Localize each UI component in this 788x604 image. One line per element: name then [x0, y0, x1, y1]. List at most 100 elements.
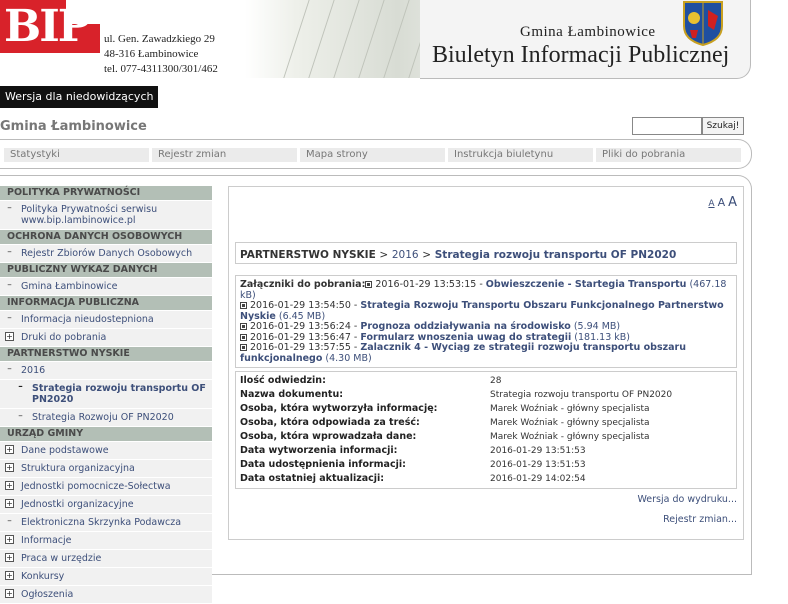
font-size-small[interactable]: A: [708, 199, 714, 209]
address-phone: tel. 077-4311300/301/462: [104, 63, 218, 75]
expand-icon[interactable]: +: [5, 571, 14, 580]
sidebar-item-label: Dane podstawowe: [21, 445, 109, 456]
sidebar-item[interactable]: + Druki do pobrania: [0, 329, 212, 346]
sidebar-item[interactable]: + Praca w urzędzie: [0, 550, 212, 567]
meta-row: Data udostępnienia informacji: 2016-01-29…: [240, 458, 732, 472]
sidebar-item-label: Informacje: [21, 535, 72, 546]
sidebar-subitem[interactable]: – Strategia Rozwoju OF PN2020: [0, 409, 212, 426]
sidebar-item[interactable]: + Ogłoszenia: [0, 586, 212, 603]
sidebar-section-heading: PARTNERSTWO NYSKIE: [0, 347, 212, 361]
bullet-icon: –: [7, 280, 12, 290]
sidebar-item[interactable]: + Konkursy: [0, 568, 212, 585]
meta-label: Data ostatniej aktualizacji:: [240, 473, 385, 484]
meta-label: Ilość odwiedzin:: [240, 375, 326, 386]
sidebar-section-heading: PUBLICZNY WYKAZ DANYCH: [0, 263, 212, 277]
font-size-medium[interactable]: A: [718, 196, 726, 209]
change-register-link[interactable]: Rejestr zmian...: [663, 514, 737, 525]
meta-value: 2016-01-29 13:51:53: [490, 446, 586, 456]
expand-icon[interactable]: +: [5, 332, 14, 341]
meta-row: Osoba, która wprowadzała dane: Marek Woźn…: [240, 430, 732, 444]
meta-label: Osoba, która odpowiada za treść:: [240, 417, 420, 428]
sidebar-subitem[interactable]: – Strategia rozwoju transportu OF PN2020: [0, 380, 212, 408]
attachment-size: (181.13 kB): [574, 331, 630, 343]
sidebar-item[interactable]: + Jednostki organizacyjne: [0, 496, 212, 513]
accessibility-version-button[interactable]: Wersja dla niedowidzących: [0, 86, 158, 108]
meta-row: Osoba, która odpowiada za treść: Marek Wo…: [240, 416, 732, 430]
sidebar-item[interactable]: – Polityka Prywatności serwisu www.bip.la…: [0, 201, 212, 229]
sidebar-item[interactable]: + Dane podstawowe: [0, 442, 212, 459]
sidebar-item-label: 2016: [21, 365, 46, 376]
breadcrumb-separator: >: [422, 249, 432, 261]
attachment-size: (5.94 MB): [573, 321, 621, 332]
meta-label: Osoba, która wprowadzała dane:: [240, 431, 417, 442]
meta-value: 2016-01-29 14:02:54: [490, 474, 586, 484]
search-input[interactable]: [632, 117, 702, 135]
font-size-controls: AAA: [705, 195, 737, 210]
sidebar-item[interactable]: + Informacje: [0, 532, 212, 549]
meta-row: Data wytworzenia informacji: 2016-01-29 1…: [240, 444, 732, 458]
bip-logo[interactable]: BIP: [0, 0, 100, 60]
topnav-mapa-strony[interactable]: Mapa strony: [300, 148, 445, 162]
sidebar-item[interactable]: – Elektroniczna Skrzynka Podawcza: [0, 514, 212, 531]
meta-value: Marek Woźniak - główny specjalista: [490, 418, 650, 428]
meta-value: Marek Woźniak - główny specjalista: [490, 404, 650, 414]
meta-label: Nazwa dokumentu:: [240, 389, 344, 400]
expand-icon[interactable]: +: [5, 553, 14, 562]
sidebar-section-heading: OCHRONA DANYCH OSOBOWYCH: [0, 230, 212, 244]
sidebar-item[interactable]: – Gmina Łambinowice: [0, 278, 212, 295]
sidebar-item-label: Strategia Rozwoju OF PN2020: [32, 412, 174, 423]
meta-row: Nazwa dokumentu: Strategia rozwoju transp…: [240, 388, 732, 402]
sidebar-item-label: Gmina Łambinowice: [21, 281, 118, 292]
sidebar-item-label: Strategia rozwoju transportu OF PN2020: [32, 383, 206, 405]
file-icon: [240, 302, 247, 309]
address-street: ul. Gen. Zawadzkiego 29: [104, 33, 215, 45]
address-city: 48-316 Łambinowice: [104, 48, 199, 60]
sidebar-item[interactable]: –2016: [0, 362, 212, 379]
bullet-icon: –: [7, 247, 12, 257]
sidebar-item[interactable]: + Jednostki pomocnicze-Sołectwa: [0, 478, 212, 495]
topnav-statystyki[interactable]: Statystyki: [4, 148, 149, 162]
topnav-instrukcja[interactable]: Instrukcja biuletynu: [448, 148, 593, 162]
print-version-link[interactable]: Wersja do wydruku...: [637, 494, 737, 505]
search-button[interactable]: Szukaj!: [702, 117, 744, 135]
meta-value: Marek Woźniak - główny specjalista: [490, 432, 650, 442]
bullet-icon: –: [18, 411, 23, 421]
sidebar-section-heading: URZĄD GMINY: [0, 427, 212, 441]
attachment-link[interactable]: Obwieszczenie - Startegia Transportu: [486, 279, 687, 290]
breadcrumb-current[interactable]: Strategia rozwoju transportu OF PN2020: [435, 249, 677, 261]
file-icon: [365, 281, 373, 288]
sidebar-item-label: Elektroniczna Skrzynka Podawcza: [21, 517, 182, 528]
expand-icon[interactable]: +: [5, 445, 14, 454]
expand-icon[interactable]: +: [5, 499, 14, 508]
attachment-date: 2016-01-29 13:53:15: [375, 279, 477, 290]
expand-icon[interactable]: +: [5, 463, 14, 472]
meta-label: Data wytworzenia informacji:: [240, 445, 398, 456]
attachment-size: (4.30 MB): [325, 352, 372, 364]
attachment-link[interactable]: Prognoza oddziaływania na środowisko: [360, 321, 570, 332]
address-block: ul. Gen. Zawadzkiego 29 48-316 Łambinowi…: [104, 32, 218, 77]
bullet-icon: –: [18, 382, 23, 392]
attachment-item: Załączniki do pobrania: 2016-01-29 13:53:…: [240, 279, 727, 301]
sidebar-item-label: Informacja nieudostepniona: [21, 314, 154, 325]
meta-row: Data ostatniej aktualizacji: 2016-01-29 1…: [240, 472, 732, 486]
gmina-title: Gmina Łambinowice: [520, 24, 656, 40]
site-name[interactable]: Gmina Łambinowice: [0, 119, 147, 134]
expand-icon[interactable]: +: [5, 589, 14, 598]
meta-label: Data udostępnienia informacji:: [240, 459, 406, 470]
meta-row: Osoba, która wytworzyła informację: Marek…: [240, 402, 732, 416]
attachment-date: 2016-01-29 13:57:55: [250, 342, 351, 353]
expand-icon[interactable]: +: [5, 481, 14, 490]
breadcrumb-year[interactable]: 2016: [392, 249, 419, 261]
attachments-list: Załączniki do pobrania: 2016-01-29 13:53:…: [235, 275, 737, 368]
expand-icon[interactable]: +: [5, 535, 14, 544]
topnav-pliki[interactable]: Pliki do pobrania: [596, 148, 741, 162]
sidebar-item[interactable]: – Rejestr Zbiorów Danych Osobowych: [0, 245, 212, 262]
sidebar-item[interactable]: + Struktura organizacyjna: [0, 460, 212, 477]
sidebar-item-label: Struktura organizacyjna: [21, 463, 135, 474]
attachment-link[interactable]: Formularz wnoszenia uwag do strategii: [360, 332, 571, 343]
sidebar-item[interactable]: – Informacja nieudostepniona: [0, 311, 212, 328]
sidebar-item-label: Druki do pobrania: [21, 332, 107, 343]
topnav-rejestr-zmian[interactable]: Rejestr zmian: [152, 148, 297, 162]
bullet-icon: –: [7, 313, 12, 323]
font-size-large[interactable]: A: [728, 195, 737, 210]
